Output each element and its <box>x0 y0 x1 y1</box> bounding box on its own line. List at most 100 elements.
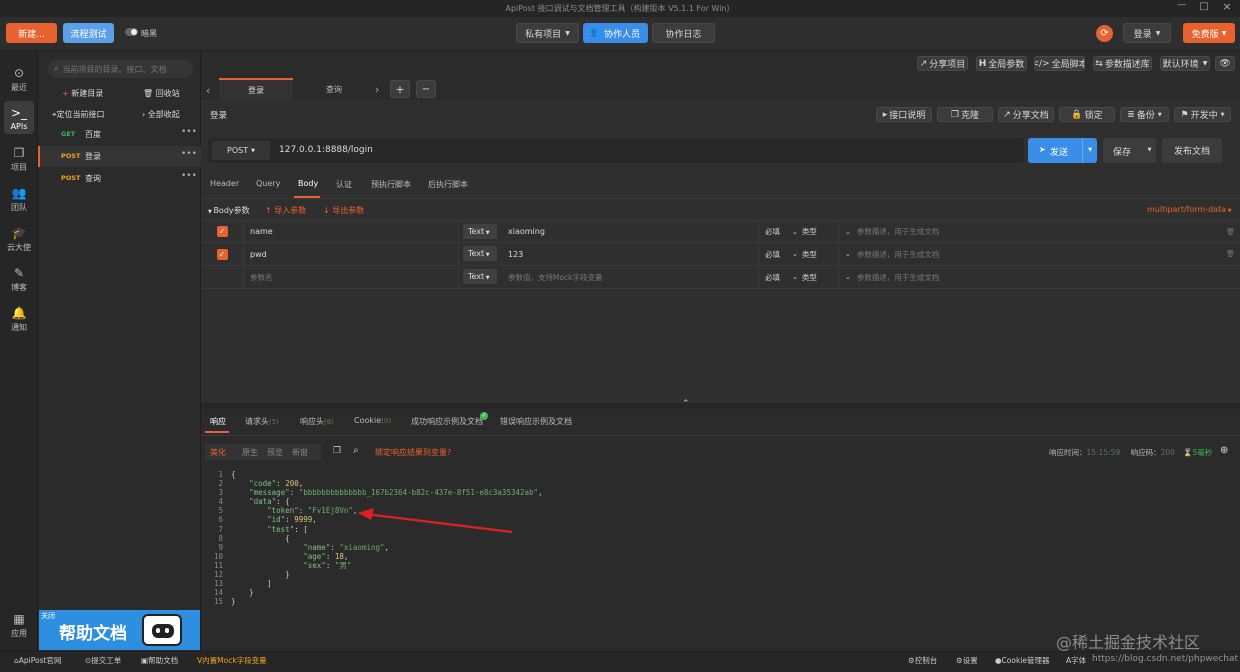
doc-button[interactable]: ▸ 接口说明 <box>876 107 932 122</box>
share-doc-button[interactable]: ↗ 分享文档 <box>998 107 1054 122</box>
new-button[interactable]: 新建... <box>6 23 57 43</box>
view-mode-preview[interactable]: 预览 <box>267 447 283 458</box>
status-font[interactable]: A字体 <box>1066 655 1086 666</box>
lock-button[interactable]: 🔒 锁定 <box>1059 107 1115 122</box>
resp-tab-response[interactable]: 响应 <box>210 416 226 427</box>
chevron-down-icon[interactable]: ⌄ <box>792 273 798 281</box>
more-icon[interactable]: ••• <box>181 171 197 181</box>
export-params-button[interactable]: ↓ 导出参数 <box>323 205 364 216</box>
param-name-placeholder[interactable]: 参数名 <box>250 272 273 283</box>
caret-down-icon[interactable]: ▼ <box>1143 138 1156 163</box>
add-circle-icon[interactable]: ⊕ <box>1220 445 1228 456</box>
resp-tab-success-example[interactable]: 成功响应示例及文档 <box>411 416 483 427</box>
param-desc[interactable]: 参数描述，用于生成文档 <box>857 226 940 237</box>
resp-tab-error-example[interactable]: 错误响应示例及文档 <box>500 416 572 427</box>
chevron-down-icon[interactable]: ⌄ <box>845 273 851 281</box>
req-tab-auth[interactable]: 认证 <box>336 179 352 190</box>
param-value[interactable]: xiaoming <box>508 227 545 236</box>
close-icon[interactable]: × <box>1220 0 1234 17</box>
status-submit-ticket[interactable]: ⊙提交工单 <box>85 655 121 666</box>
resp-tab-resp-headers[interactable]: 响应头(6) <box>300 416 334 427</box>
login-button[interactable]: 登录 ▼ <box>1123 23 1171 43</box>
nav-item-blog[interactable]: ✎ 博客 <box>0 266 38 293</box>
trash-icon[interactable]: 🗑 <box>1226 228 1235 236</box>
chevron-down-icon[interactable]: ⌄ <box>845 250 851 258</box>
private-project-dropdown[interactable]: 私有项目 ▼ <box>516 23 579 43</box>
param-desc[interactable]: 参数描述，用于生成文档 <box>857 249 940 260</box>
param-desc[interactable]: 参数描述，用于生成文档 <box>857 272 940 283</box>
eye-icon[interactable]: 👁 <box>1215 56 1235 71</box>
view-mode-newwin[interactable]: 新窗 <box>292 447 308 458</box>
param-value-placeholder[interactable]: 参数值，支持Mock字段变量 <box>508 272 603 283</box>
param-checkbox[interactable]: ✓ <box>216 226 228 237</box>
nav-item-apis[interactable]: >_ APIs <box>0 106 38 131</box>
flow-test-button[interactable]: 流程测试 <box>63 23 114 43</box>
sidebar-item-baidu[interactable]: GET 百度 ••• <box>38 125 201 145</box>
send-button[interactable]: ➤ 发送 ▼ <box>1028 138 1097 163</box>
recycle-button[interactable]: 🗑 回收站 <box>143 88 180 99</box>
search-icon[interactable]: ⌕ <box>353 445 359 456</box>
param-checkbox[interactable]: ✓ <box>216 248 228 260</box>
global-script-button[interactable]: </>全局脚本 <box>1034 56 1085 71</box>
chevron-right-icon[interactable]: › <box>375 83 379 96</box>
sidebar-item-query[interactable]: POST 查询 ••• <box>38 169 201 189</box>
global-params-button[interactable]: H 全局参数 <box>976 56 1027 71</box>
clone-button[interactable]: ❐ 克隆 <box>937 107 993 122</box>
backup-button[interactable]: ≣ 备份 ▼ <box>1120 107 1169 122</box>
sidebar-search[interactable]: ⌕ <box>48 60 193 78</box>
method-select[interactable]: POST ▼ <box>212 141 270 160</box>
req-tab-prescript[interactable]: 预执行脚本 <box>371 179 411 190</box>
param-name[interactable]: pwd <box>250 250 267 259</box>
param-type-select[interactable]: Text ▼ <box>463 246 497 261</box>
bind-variable-link[interactable]: 绑定响应结果到变量? <box>375 447 451 458</box>
collab-log-button[interactable]: 协作日志 <box>652 23 715 43</box>
status-dropdown[interactable]: ⚑ 开发中 ▼ <box>1174 107 1231 122</box>
req-tab-query[interactable]: Query <box>256 179 280 188</box>
param-name[interactable]: name <box>250 227 273 236</box>
minimize-icon[interactable]: — <box>1175 0 1189 17</box>
resp-tab-req-headers[interactable]: 请求头(5) <box>245 416 279 427</box>
param-value[interactable]: 123 <box>508 250 523 259</box>
chevron-left-icon[interactable]: ‹ <box>206 84 210 97</box>
param-type-select[interactable]: Text ▼ <box>463 269 497 284</box>
publish-doc-button[interactable]: 发布文档 <box>1162 138 1222 163</box>
copy-icon[interactable]: ❐ <box>333 446 341 456</box>
sidebar-search-input[interactable] <box>62 64 183 74</box>
remove-tab-button[interactable]: − <box>416 80 436 98</box>
nav-item-team[interactable]: 👥 团队 <box>0 186 38 213</box>
req-tab-header[interactable]: Header <box>210 179 239 188</box>
chevron-up-icon[interactable]: ⌃ <box>682 399 690 409</box>
nav-item-project[interactable]: ❐ 项目 <box>0 146 38 173</box>
status-console[interactable]: ⚙控制台 <box>908 655 937 666</box>
save-button[interactable]: 保存 ▼ <box>1103 138 1156 163</box>
sidebar-item-login[interactable]: POST 登录 ••• <box>38 146 201 167</box>
collaborators-button[interactable]: 👥 协作人员 <box>583 23 648 43</box>
nav-item-notify[interactable]: 🔔 通知 <box>0 306 38 333</box>
chevron-down-icon[interactable]: ⌄ <box>792 250 798 258</box>
req-tab-body[interactable]: Body <box>298 179 318 188</box>
env-select[interactable]: 默认环境 ▼ <box>1160 56 1210 71</box>
status-official-site[interactable]: ⌂ApiPost官网 <box>14 655 61 666</box>
chevron-down-icon[interactable]: ⌄ <box>845 228 851 236</box>
more-icon[interactable]: ••• <box>181 127 197 137</box>
status-mock-fields[interactable]: V内置Mock字段变量 <box>197 655 267 666</box>
add-tab-button[interactable]: + <box>390 80 410 98</box>
free-edition-button[interactable]: 免费版 ▼ <box>1183 23 1235 43</box>
import-params-button[interactable]: ↑ 导入参数 <box>265 205 306 216</box>
req-tab-postscript[interactable]: 后执行脚本 <box>428 179 468 190</box>
maximize-icon[interactable]: □ <box>1197 1 1211 18</box>
param-type-select[interactable]: Text ▼ <box>463 224 497 239</box>
locate-button[interactable]: ⌖定位当前接口 <box>52 109 105 120</box>
url-input[interactable]: 127.0.0.1:8888/login <box>279 145 373 155</box>
body-section-toggle[interactable]: ▼ Body参数 <box>208 205 250 216</box>
status-help-doc[interactable]: ▣帮助文档 <box>141 655 178 666</box>
caret-down-icon[interactable]: ▼ <box>1082 138 1097 163</box>
trash-icon[interactable]: 🗑 <box>1226 250 1235 258</box>
view-mode-pretty[interactable]: 美化 <box>210 447 226 458</box>
banner-close-button[interactable]: 关闭 <box>41 611 55 621</box>
view-mode-raw[interactable]: 原生 <box>242 447 258 458</box>
resp-tab-cookie[interactable]: Cookie(0) <box>354 416 391 425</box>
chevron-down-icon[interactable]: ⌄ <box>792 228 798 236</box>
content-type-select[interactable]: multipart/form-data ▼ <box>1147 205 1232 214</box>
sync-icon[interactable]: ⟳ <box>1096 25 1113 42</box>
